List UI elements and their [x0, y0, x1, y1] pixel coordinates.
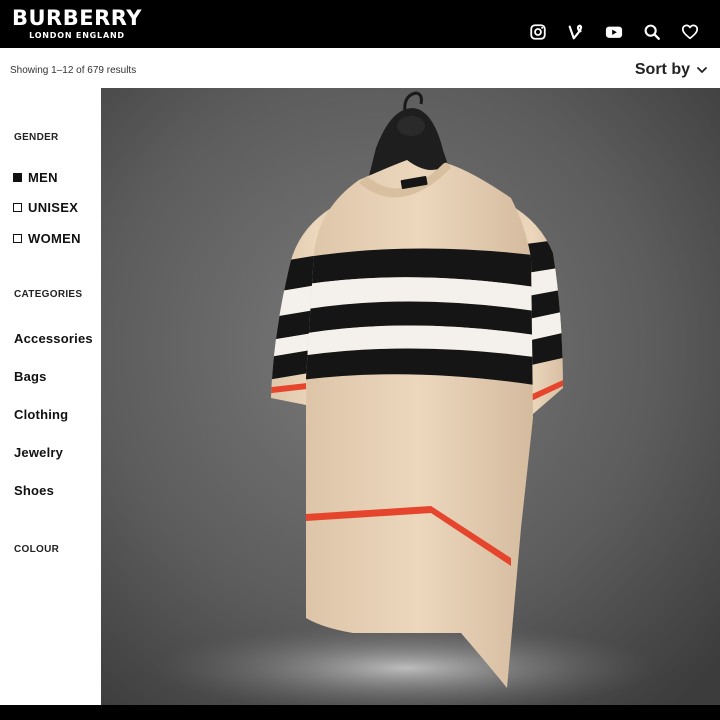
checkbox-icon [13, 203, 22, 212]
gender-filter-unisex[interactable]: UNISEX [13, 200, 78, 215]
category-accessories[interactable]: Accessories [14, 331, 93, 346]
categories-heading: CATEGORIES [14, 289, 83, 300]
checkbox-checked-icon [13, 173, 22, 182]
gender-filter-women[interactable]: WOMEN [13, 231, 81, 246]
results-toolbar: Showing 1–12 of 679 results Sort by [0, 48, 720, 88]
chevron-down-icon [697, 67, 707, 73]
header-icons [528, 0, 700, 48]
sort-label: Sort by [634, 61, 690, 78]
category-clothing[interactable]: Clothing [14, 407, 68, 422]
gender-label: MEN [28, 170, 58, 185]
category-bags[interactable]: Bags [14, 369, 47, 384]
top-bar: BURBERRY LONDON ENGLAND [0, 0, 720, 48]
gender-label: UNISEX [28, 200, 79, 215]
sort-dropdown[interactable]: Sort by [635, 61, 708, 79]
instagram-icon[interactable] [528, 22, 548, 42]
search-icon[interactable] [642, 22, 662, 42]
striped-tshirt-illustration [101, 88, 720, 705]
brand-logo[interactable]: BURBERRY LONDON ENGLAND [10, 6, 144, 40]
results-count: Showing 1–12 of 679 results [10, 65, 137, 76]
gender-filter-men[interactable]: MEN [13, 170, 58, 185]
vine-icon[interactable] [566, 22, 586, 42]
filter-sidebar: GENDER MEN UNISEX WOMEN CATEGORIES Acces… [0, 88, 101, 705]
category-shoes[interactable]: Shoes [14, 483, 54, 498]
product-image[interactable] [101, 88, 720, 705]
gender-heading: GENDER [14, 132, 59, 143]
brand-name: BURBERRY [12, 6, 142, 30]
colour-heading: COLOUR [14, 544, 60, 555]
category-jewelry[interactable]: Jewelry [14, 445, 63, 460]
heart-icon[interactable] [680, 22, 700, 42]
brand-tagline: LONDON ENGLAND [29, 31, 125, 40]
bottom-bar [0, 705, 720, 720]
youtube-icon[interactable] [604, 22, 624, 42]
checkbox-icon [13, 234, 22, 243]
gender-label: WOMEN [28, 231, 81, 246]
